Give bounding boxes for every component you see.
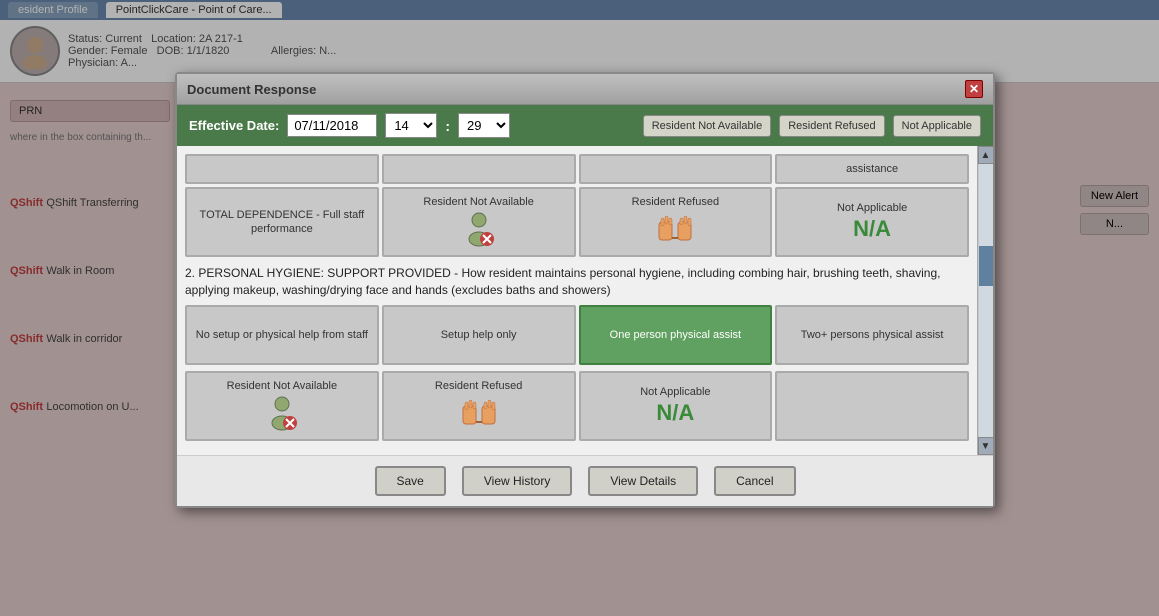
person-x-icon-1: [459, 209, 499, 249]
cell-no-setup[interactable]: No setup or physical help from staff: [185, 305, 379, 365]
scroll-down-arrow[interactable]: ▼: [978, 437, 994, 455]
modal-header: Effective Date: 14 15 : 29 30 Resident N…: [177, 105, 993, 146]
time-colon: :: [445, 118, 450, 134]
col2-header: [382, 154, 576, 184]
not-applicable-header-btn[interactable]: Not Applicable: [893, 115, 981, 137]
col3-header: [579, 154, 773, 184]
view-history-button[interactable]: View History: [462, 466, 572, 496]
cell-refused-1[interactable]: Resident Refused: [579, 187, 773, 257]
cell-setup-only[interactable]: Setup help only: [382, 305, 576, 365]
effective-date-input[interactable]: [287, 114, 377, 137]
modal-title-bar: Document Response ✕: [177, 74, 993, 105]
cancel-button[interactable]: Cancel: [714, 466, 795, 496]
section2-row1-grid: No setup or physical help from staff Set…: [185, 305, 969, 365]
modal-title: Document Response: [187, 82, 316, 97]
cell-two-person-assist[interactable]: Two+ persons physical assist: [775, 305, 969, 365]
section1-header-row: assistance: [185, 154, 969, 184]
modal-footer: Save View History View Details Cancel: [177, 455, 993, 506]
scroll-up-arrow[interactable]: ▲: [978, 146, 994, 164]
na-text-1: N/A: [853, 215, 891, 244]
cell-empty: [775, 371, 969, 441]
section2-description: 2. PERSONAL HYGIENE: SUPPORT PROVIDED - …: [185, 265, 969, 299]
modal-scroll-content: assistance TOTAL DEPENDENCE - Full staff…: [177, 146, 977, 455]
cell-not-available-2[interactable]: Resident Not Available: [185, 371, 379, 441]
hands-icon-2: [459, 393, 499, 433]
na-text-2: N/A: [656, 399, 694, 428]
modal-body: assistance TOTAL DEPENDENCE - Full staff…: [177, 146, 993, 455]
cell-total-dependence[interactable]: TOTAL DEPENDENCE - Full staff performanc…: [185, 187, 379, 257]
scroll-track[interactable]: [979, 164, 993, 437]
person-x-icon-2: [262, 393, 302, 433]
cell-not-applicable-2[interactable]: Not Applicable N/A: [579, 371, 773, 441]
effective-date-label: Effective Date:: [189, 118, 279, 133]
document-response-modal: Document Response ✕ Effective Date: 14 1…: [175, 72, 995, 508]
save-button[interactable]: Save: [375, 466, 446, 496]
hour-select[interactable]: 14 15: [385, 113, 437, 138]
modal-scrollbar: ▲ ▼: [977, 146, 993, 455]
view-details-button[interactable]: View Details: [588, 466, 698, 496]
resident-refused-header-btn[interactable]: Resident Refused: [779, 115, 884, 137]
minute-select[interactable]: 29 30: [458, 113, 510, 138]
col4-header: assistance: [775, 154, 969, 184]
modal-close-button[interactable]: ✕: [965, 80, 983, 98]
hands-icon-1: [655, 209, 695, 249]
scroll-thumb[interactable]: [979, 246, 993, 286]
cell-one-person-assist[interactable]: One person physical assist: [579, 305, 773, 365]
cell-not-available-1[interactable]: Resident Not Available: [382, 187, 576, 257]
resident-not-available-header-btn[interactable]: Resident Not Available: [643, 115, 771, 137]
col1-header: [185, 154, 379, 184]
cell-refused-2[interactable]: Resident Refused: [382, 371, 576, 441]
cell-not-applicable-1[interactable]: Not Applicable N/A: [775, 187, 969, 257]
section2-row2-grid: Resident Not Available Resident Refused: [185, 371, 969, 441]
section1-grid: TOTAL DEPENDENCE - Full staff performanc…: [185, 187, 969, 257]
